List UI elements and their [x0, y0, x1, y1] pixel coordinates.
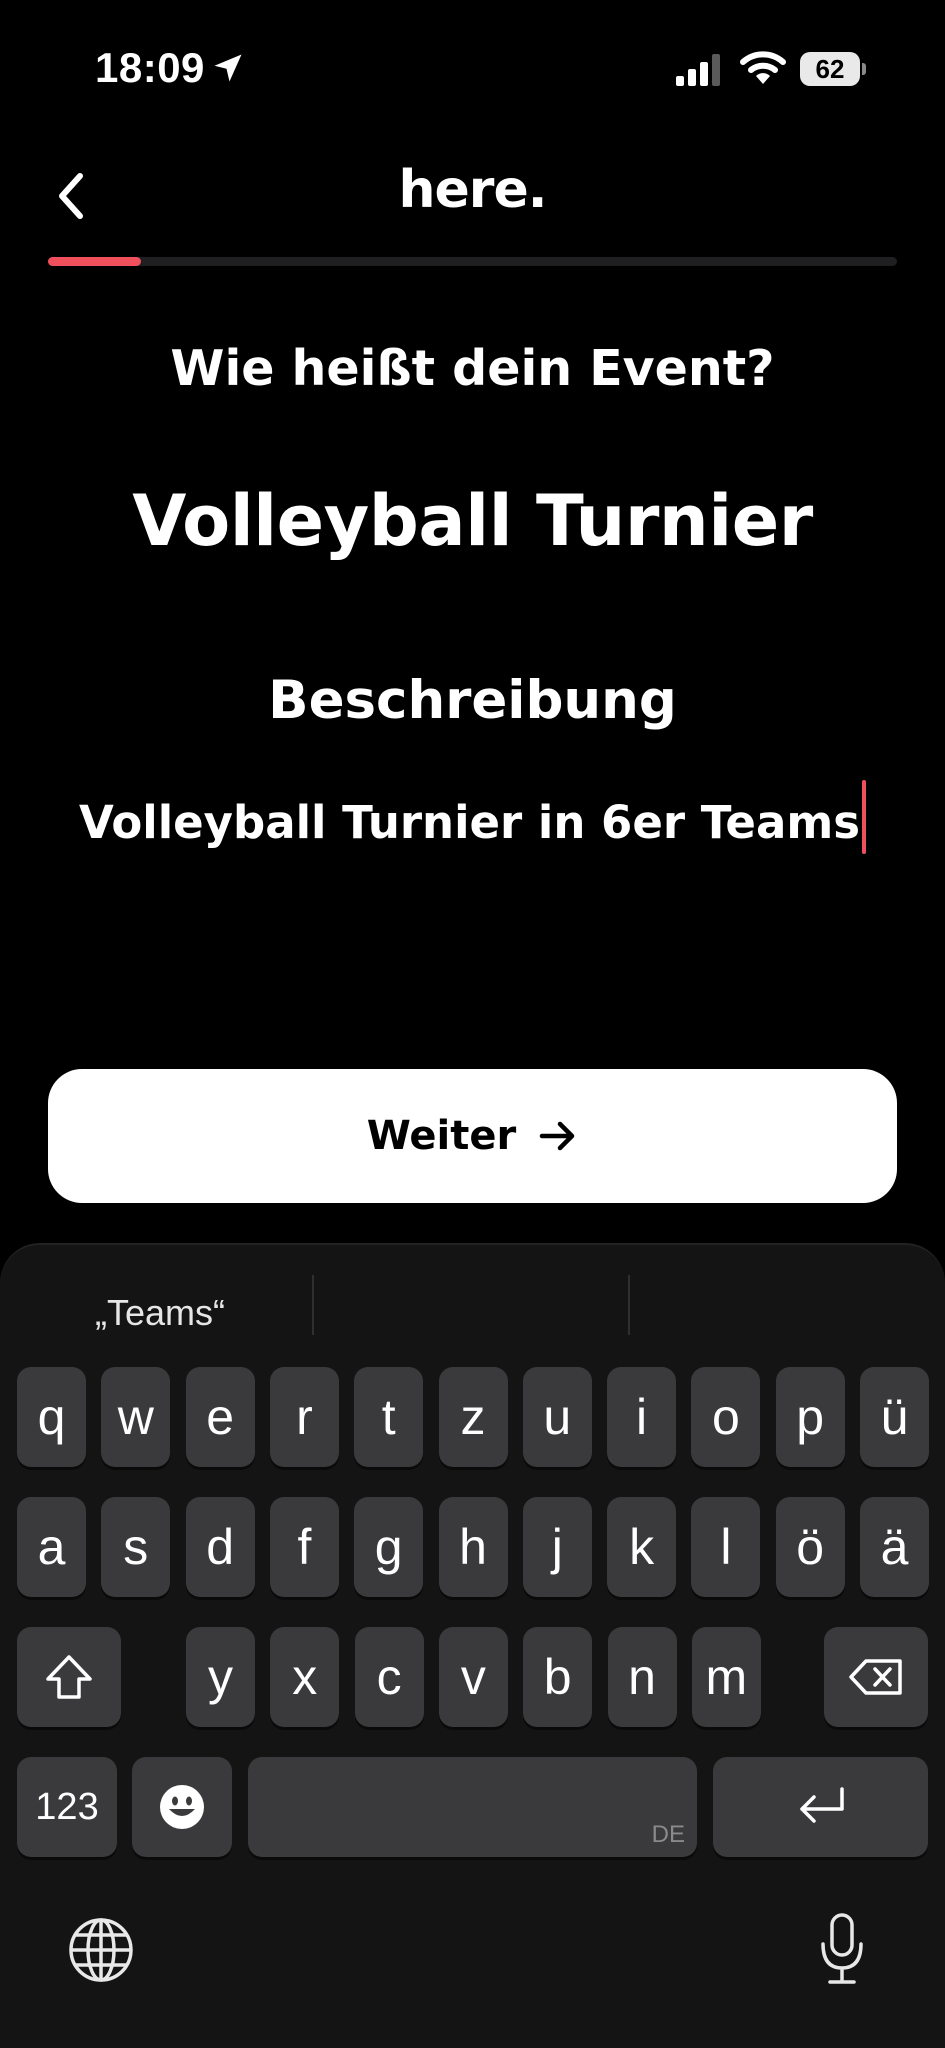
- key-g[interactable]: g: [354, 1497, 424, 1597]
- key-w[interactable]: w: [101, 1367, 171, 1467]
- app-logo: here.: [398, 160, 548, 220]
- key-u[interactable]: u: [522, 1367, 592, 1467]
- shift-icon: [46, 1655, 92, 1699]
- location-arrow-icon: [214, 54, 242, 82]
- key-ö[interactable]: ö: [775, 1497, 845, 1597]
- suggestion-1[interactable]: „Teams“: [40, 1285, 280, 1341]
- key-v[interactable]: v: [438, 1627, 508, 1727]
- key-ü[interactable]: ü: [860, 1367, 929, 1467]
- key-ä[interactable]: ä: [860, 1497, 929, 1597]
- key-h[interactable]: h: [438, 1497, 508, 1597]
- numbers-key[interactable]: 123: [17, 1757, 117, 1857]
- text-caret: [862, 780, 866, 854]
- globe-icon[interactable]: [68, 1917, 134, 1983]
- key-f[interactable]: f: [269, 1497, 339, 1597]
- key-j[interactable]: j: [522, 1497, 592, 1597]
- next-button[interactable]: Weiter: [48, 1069, 897, 1203]
- next-button-label: Weiter: [366, 1113, 517, 1159]
- cellular-signal-icon: [676, 54, 720, 86]
- shift-key[interactable]: [17, 1627, 121, 1727]
- battery-level: 62: [815, 54, 845, 84]
- battery-indicator: 62: [800, 52, 866, 86]
- suggestion-3[interactable]: [640, 1285, 930, 1341]
- suggestion-2[interactable]: [330, 1285, 620, 1341]
- key-o[interactable]: o: [691, 1367, 761, 1467]
- delete-key[interactable]: [824, 1627, 928, 1727]
- key-i[interactable]: i: [607, 1367, 677, 1467]
- emoji-key[interactable]: [132, 1757, 232, 1857]
- wifi-icon: [740, 51, 786, 84]
- progress-bar: [48, 257, 897, 266]
- emoji-icon: [160, 1785, 204, 1829]
- key-b[interactable]: b: [523, 1627, 593, 1727]
- key-a[interactable]: a: [17, 1497, 86, 1597]
- key-q[interactable]: q: [17, 1367, 86, 1467]
- key-e[interactable]: e: [185, 1367, 255, 1467]
- key-r[interactable]: r: [269, 1367, 339, 1467]
- suggestion-divider: [628, 1275, 630, 1335]
- status-time: 18:09: [95, 44, 205, 91]
- description-field[interactable]: Volleyball Turnier in 6er Teams: [60, 780, 885, 854]
- key-k[interactable]: k: [607, 1497, 677, 1597]
- page-title: Wie heißt dein Event?: [170, 340, 775, 397]
- description-label: Beschreibung: [268, 670, 677, 731]
- return-icon: [799, 1787, 844, 1823]
- key-z[interactable]: z: [438, 1367, 508, 1467]
- key-p[interactable]: p: [775, 1367, 845, 1467]
- description-value: Volleyball Turnier in 6er Teams: [79, 796, 860, 849]
- arrow-right-icon: [540, 1121, 575, 1151]
- key-d[interactable]: d: [185, 1497, 255, 1597]
- key-n[interactable]: n: [607, 1627, 677, 1727]
- key-m[interactable]: m: [691, 1627, 761, 1727]
- key-y[interactable]: y: [186, 1627, 255, 1727]
- key-l[interactable]: l: [691, 1497, 761, 1597]
- space-key[interactable]: DE: [248, 1757, 697, 1857]
- keyboard-language: DE: [651, 1821, 685, 1848]
- key-t[interactable]: t: [354, 1367, 424, 1467]
- key-c[interactable]: c: [354, 1627, 424, 1727]
- status-bar: 18:09 62: [0, 0, 945, 140]
- microphone-icon[interactable]: [818, 1912, 866, 1986]
- key-x[interactable]: x: [270, 1627, 340, 1727]
- event-name-field[interactable]: Volleyball Turnier: [0, 480, 945, 562]
- delete-icon: [849, 1659, 902, 1695]
- battery-cap: [862, 63, 866, 75]
- key-s[interactable]: s: [101, 1497, 171, 1597]
- progress-fill: [48, 257, 142, 266]
- suggestion-divider: [312, 1275, 314, 1335]
- return-key[interactable]: [713, 1757, 928, 1857]
